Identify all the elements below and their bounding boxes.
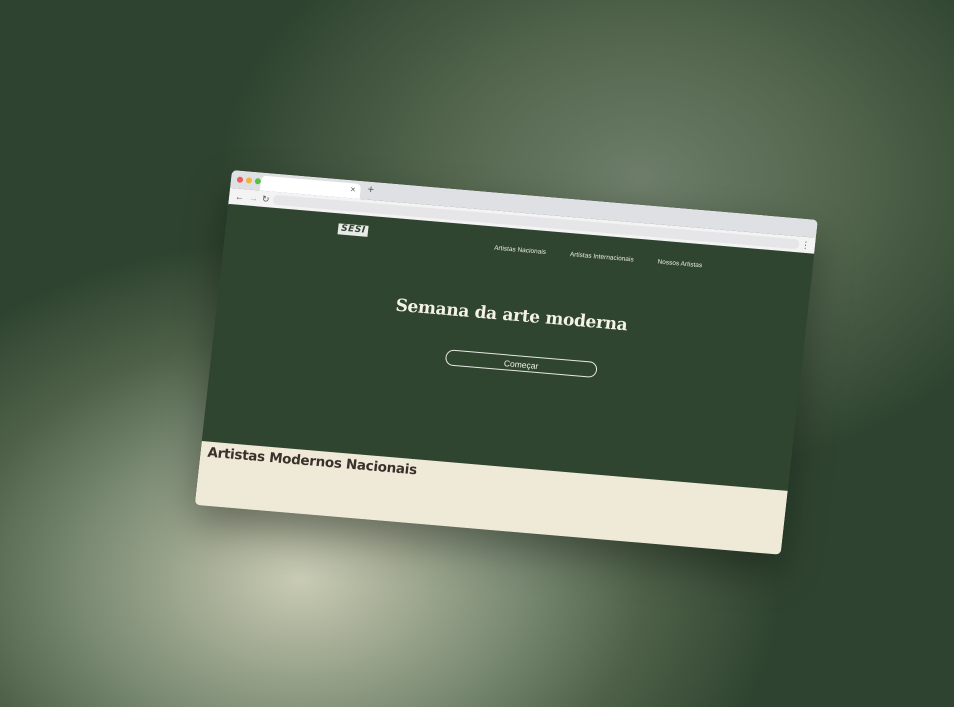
browser-mockup: × + ← → ↻ ⋮ SESI Artistas Nacionais Arti…: [194, 170, 818, 555]
window-controls: [236, 176, 262, 185]
browser-menu-icon[interactable]: ⋮: [800, 238, 811, 253]
new-tab-icon[interactable]: +: [367, 184, 375, 197]
minimize-window-dot[interactable]: [245, 177, 253, 184]
comecar-button[interactable]: Começar: [444, 349, 598, 379]
reload-icon[interactable]: ↻: [261, 192, 270, 207]
main-nav: Artistas Nacionais Artistas Internaciona…: [494, 245, 703, 270]
back-icon[interactable]: ←: [234, 189, 245, 204]
nav-nossos-artistas[interactable]: Nossos Artistas: [657, 259, 702, 270]
nav-artistas-nacionais[interactable]: Artistas Nacionais: [494, 245, 547, 256]
hero-section: SESI Artistas Nacionais Artistas Interna…: [201, 203, 815, 491]
forward-icon[interactable]: →: [248, 191, 259, 206]
close-tab-icon[interactable]: ×: [350, 184, 356, 194]
close-window-dot[interactable]: [236, 176, 244, 183]
sesi-logo[interactable]: SESI: [337, 223, 370, 237]
nav-artistas-internacionais[interactable]: Artistas Internacionais: [569, 251, 634, 263]
hero-title: Semana da arte moderna: [394, 295, 629, 336]
